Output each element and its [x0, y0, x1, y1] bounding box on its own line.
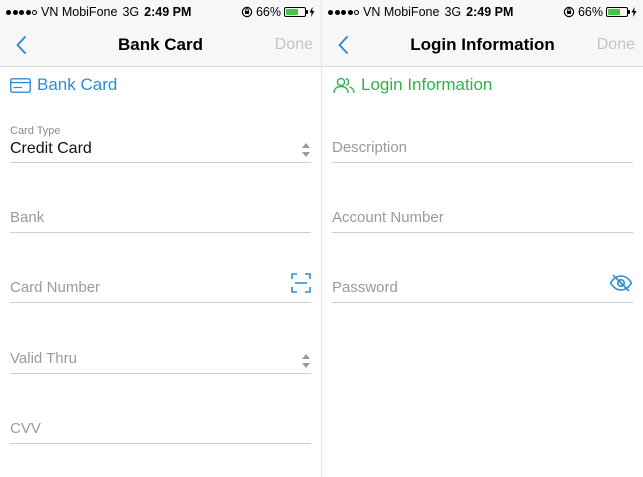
cvv-field[interactable]: CVV — [10, 408, 311, 444]
nav-bar: Bank Card Done — [0, 24, 321, 67]
chevron-left-icon — [338, 36, 348, 54]
section-header-bank-card: Bank Card — [10, 75, 117, 95]
cvv-placeholder: CVV — [10, 420, 41, 437]
signal-strength-icon — [6, 9, 37, 15]
battery-percent: 66% — [255, 5, 281, 19]
bank-placeholder: Bank — [10, 209, 45, 226]
carrier-name: VN MobiFone — [363, 5, 440, 19]
description-field[interactable]: Description — [332, 127, 633, 163]
valid-thru-placeholder: Valid Thru — [10, 350, 77, 367]
card-number-field[interactable]: Card Number — [10, 267, 311, 303]
bank-card-screen: VN MobiFone 3G 2:49 PM 66% Bank Card Don… — [0, 0, 321, 477]
up-down-arrows-icon — [301, 143, 311, 157]
credit-card-icon — [10, 77, 31, 93]
users-icon — [333, 77, 355, 93]
status-bar: VN MobiFone 3G 2:49 PM 66% — [0, 0, 321, 24]
section-title: Bank Card — [37, 75, 118, 94]
back-button[interactable] — [10, 33, 32, 57]
eye-slash-icon — [609, 274, 633, 292]
up-down-arrows-icon — [301, 354, 311, 368]
section-header-login-information: Login Information — [333, 75, 492, 95]
battery-icon — [284, 7, 308, 17]
description-placeholder: Description — [332, 139, 408, 156]
scan-button[interactable] — [291, 273, 311, 298]
charging-bolt-icon — [309, 7, 315, 17]
network-type: 3G — [122, 5, 140, 19]
bank-field[interactable]: Bank — [10, 197, 311, 233]
network-type: 3G — [444, 5, 462, 19]
card-number-placeholder: Card Number — [10, 279, 101, 296]
password-placeholder: Password — [332, 279, 398, 296]
chevron-left-icon — [16, 36, 26, 54]
password-field[interactable]: Password — [332, 267, 633, 303]
back-button[interactable] — [332, 33, 354, 57]
page-title: Login Information — [410, 35, 555, 54]
valid-thru-picker[interactable]: Valid Thru — [10, 338, 311, 374]
card-type-value: Credit Card — [10, 140, 92, 157]
status-time: 2:49 PM — [466, 5, 514, 19]
status-bar: VN MobiFone 3G 2:49 PM 66% — [322, 0, 643, 24]
page-title: Bank Card — [117, 35, 204, 54]
battery-percent: 66% — [577, 5, 603, 19]
nav-bar: Login Information Done — [322, 24, 643, 67]
toggle-password-visibility-button[interactable] — [609, 274, 633, 297]
charging-bolt-icon — [631, 7, 637, 17]
account-number-field[interactable]: Account Number — [332, 197, 633, 233]
account-number-placeholder: Account Number — [332, 209, 444, 226]
section-title: Login Information — [361, 75, 493, 94]
rotation-lock-icon — [563, 6, 575, 18]
card-type-picker[interactable]: Card Type Credit Card — [10, 125, 311, 163]
signal-strength-icon — [328, 9, 359, 15]
login-information-screen: VN MobiFone 3G 2:49 PM 66% Login Informa… — [322, 0, 643, 477]
carrier-name: VN MobiFone — [41, 5, 118, 19]
card-type-label: Card Type — [10, 125, 61, 137]
battery-icon — [606, 7, 630, 17]
done-button[interactable]: Done — [597, 36, 635, 54]
scan-icon — [291, 273, 311, 293]
done-button[interactable]: Done — [275, 36, 313, 54]
rotation-lock-icon — [241, 6, 253, 18]
status-time: 2:49 PM — [144, 5, 192, 19]
